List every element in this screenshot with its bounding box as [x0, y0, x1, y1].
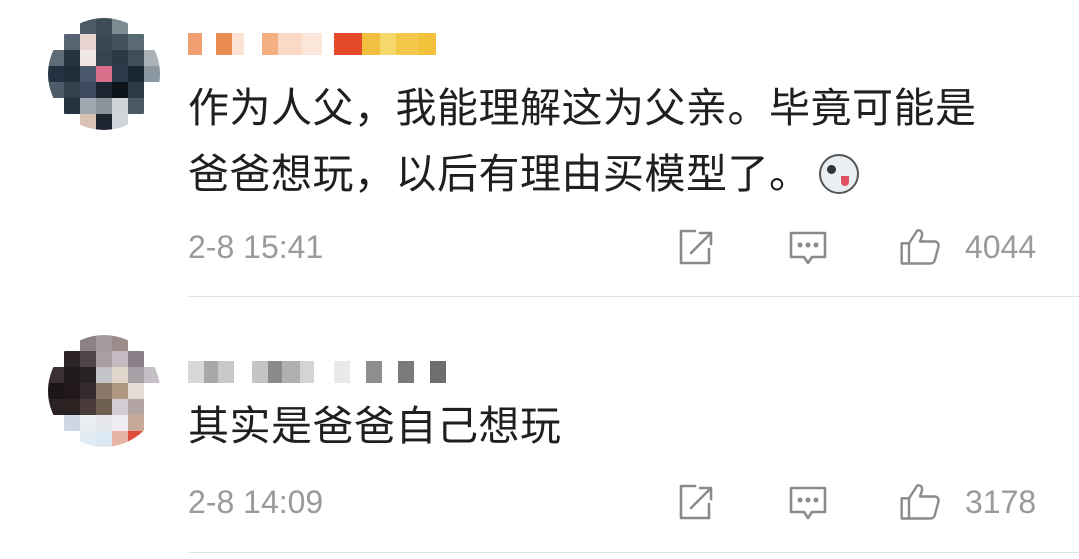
comment-text-line: 爸爸想玩，以后有理由买模型了。	[188, 150, 811, 198]
comment-meta: 2-8 14:09 3178	[188, 480, 1048, 530]
divider	[188, 296, 1079, 297]
comment-text-line: 作为人父，我能理解这为父亲。毕竟可能是	[188, 84, 977, 132]
comment-text: 作为人父，我能理解这为父亲。毕竟可能是 爸爸想玩，以后有理由买模型了。	[188, 75, 1058, 207]
like-icon[interactable]	[898, 225, 946, 269]
husky-emoji-icon	[818, 154, 859, 194]
avatar[interactable]	[48, 335, 160, 447]
comment-time: 2-8 14:09	[188, 484, 324, 520]
username-blurred[interactable]	[188, 350, 446, 394]
share-icon[interactable]	[673, 225, 717, 269]
reply-icon[interactable]	[786, 225, 830, 269]
reply-icon[interactable]	[786, 480, 830, 524]
divider	[188, 552, 1079, 553]
like-count: 4044	[965, 229, 1037, 265]
like-icon[interactable]	[898, 480, 946, 524]
like-count: 3178	[965, 484, 1037, 520]
username-blurred[interactable]	[188, 22, 436, 66]
comment-text-line: 其实是爸爸自己想玩	[188, 402, 562, 450]
avatar[interactable]	[48, 18, 160, 130]
comment-time: 2-8 15:41	[188, 229, 324, 265]
comment-text: 其实是爸爸自己想玩	[188, 393, 1058, 459]
comment-meta: 2-8 15:41 4044	[188, 225, 1048, 275]
share-icon[interactable]	[673, 480, 717, 524]
